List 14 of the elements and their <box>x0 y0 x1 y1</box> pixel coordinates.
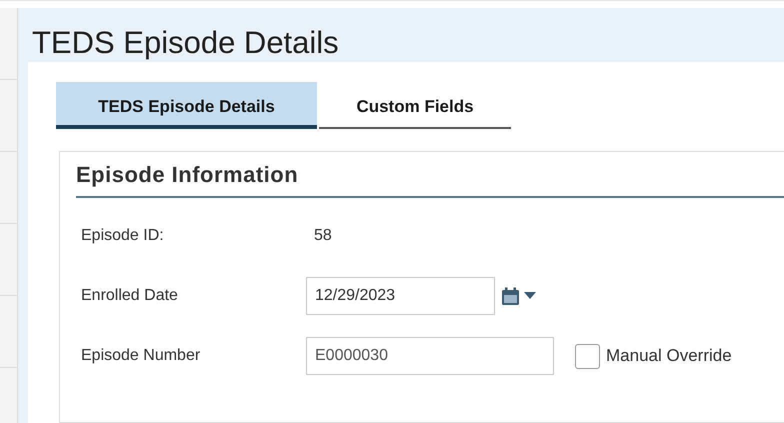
field-label: Episode ID: <box>81 227 165 245</box>
tab[interactable]: TEDS Episode Details <box>56 82 317 129</box>
field-label: Episode Number <box>81 347 202 365</box>
checkbox-label: Manual Override <box>606 346 732 366</box>
checkbox[interactable] <box>575 344 600 368</box>
calendar-icon[interactable] <box>501 286 520 306</box>
field-label: Enrolled Date <box>81 287 179 305</box>
field-value: 58 <box>313 227 332 245</box>
page-title: TEDS Episode Details <box>31 24 340 62</box>
caret-icon[interactable] <box>524 292 536 300</box>
tab[interactable]: Custom Fields <box>319 82 511 129</box>
input-field[interactable]: E0000030 <box>306 337 554 375</box>
date-field[interactable]: 12/29/2023 <box>306 277 495 315</box>
section-title: Episode Information <box>76 162 784 198</box>
